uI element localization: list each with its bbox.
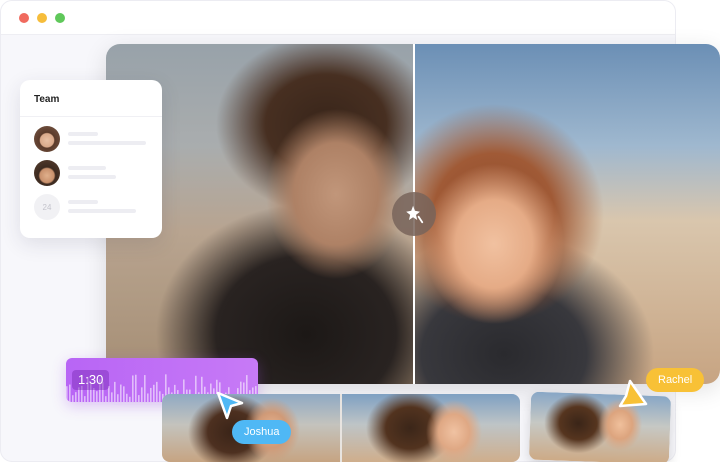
- waveform-bar: [114, 381, 116, 402]
- member-name-placeholder: [68, 200, 98, 204]
- waveform-bar: [150, 387, 152, 402]
- collaborator-tag-joshua: Joshua: [232, 420, 292, 444]
- waveform-bar: [84, 396, 86, 402]
- waveform-bar: [135, 374, 137, 402]
- waveform-bar: [126, 393, 128, 402]
- waveform-bar: [156, 381, 158, 402]
- waveform-bar: [69, 384, 71, 402]
- member-detail-placeholder: [68, 209, 136, 213]
- avatar: [34, 160, 60, 186]
- member-name-placeholder: [68, 132, 98, 136]
- waveform-bar: [66, 386, 68, 402]
- waveform-bar: [129, 396, 131, 402]
- waveform-bar: [108, 386, 110, 402]
- team-member[interactable]: [34, 126, 154, 152]
- waveform-bar: [120, 384, 122, 402]
- waveform-bar: [147, 393, 149, 402]
- avatar: [34, 126, 60, 152]
- divider: [20, 116, 162, 117]
- magic-enhance-button[interactable]: [392, 192, 436, 236]
- team-member[interactable]: [34, 160, 154, 186]
- waveform-bar: [153, 384, 155, 402]
- waveform-bar: [159, 391, 161, 402]
- title-bar: [1, 1, 675, 35]
- collaborator-tag-rachel: Rachel: [646, 368, 705, 392]
- team-member-more[interactable]: 24: [34, 194, 154, 220]
- waveform-bar: [111, 392, 113, 402]
- joshua-cursor-icon: [216, 391, 244, 420]
- member-detail-placeholder: [68, 141, 146, 145]
- waveform-bar: [96, 391, 98, 402]
- team-panel-title: Team: [34, 94, 60, 105]
- maximize-window-button[interactable]: [55, 12, 65, 23]
- team-panel: Team 24: [20, 80, 162, 238]
- close-window-button[interactable]: [19, 12, 29, 23]
- after-image: [414, 44, 720, 384]
- before-after-photo[interactable]: [106, 44, 720, 384]
- rachel-cursor-icon: [618, 379, 648, 408]
- member-name-placeholder: [68, 166, 106, 170]
- waveform-bar: [144, 375, 146, 402]
- waveform-bar: [138, 395, 140, 402]
- member-detail-placeholder: [68, 175, 116, 179]
- waveform-bar: [72, 395, 74, 402]
- minimize-window-button[interactable]: [37, 12, 47, 23]
- waveform-bar: [123, 386, 125, 402]
- waveform-bar: [105, 396, 107, 402]
- waveform-bar: [93, 388, 95, 402]
- waveform-bar: [132, 375, 134, 402]
- waveform-bar: [75, 392, 77, 402]
- waveform-bar: [141, 387, 143, 402]
- more-members-avatar: 24: [34, 194, 60, 220]
- audio-timestamp: 1:30: [72, 370, 110, 390]
- timeline-frame[interactable]: [342, 394, 520, 462]
- magic-wand-icon: [406, 205, 424, 224]
- waveform-bar: [117, 394, 119, 402]
